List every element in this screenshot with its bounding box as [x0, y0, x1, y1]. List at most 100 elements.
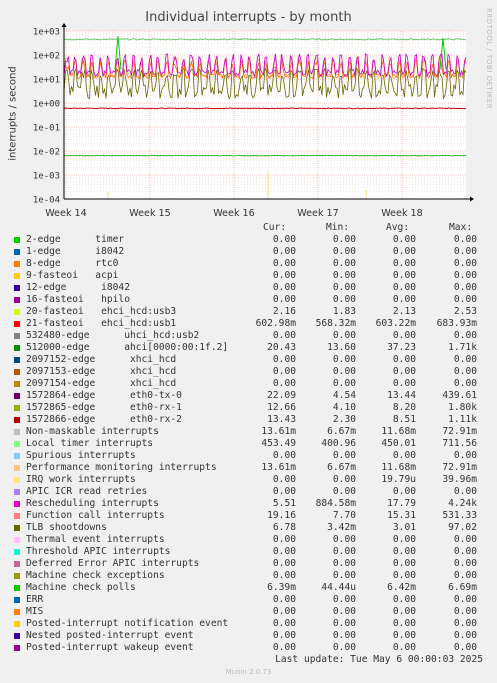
legend-row: Posted-interrupt notification event 0.00 0… — [0, 618, 497, 630]
legend-swatch — [14, 621, 20, 627]
legend-swatch — [14, 465, 20, 471]
legend-max: 1.71k — [448, 342, 477, 353]
legend-max: 1.11k — [448, 414, 477, 425]
legend-name: 1572866-edge eth0-rx-2 — [26, 414, 182, 425]
legend-max: 39.96m — [442, 474, 477, 485]
chart-area: Individual interrupts - by month RRDTOOL… — [0, 0, 497, 230]
legend-swatch — [14, 393, 20, 399]
legend-name: 2097152-edge xhci_hcd — [26, 354, 177, 365]
legend-max: 0.00 — [453, 558, 477, 569]
legend-row: 12-edge i8042 0.00 0.00 0.00 0.00 — [0, 282, 497, 294]
header-avg: Avg: — [386, 222, 410, 233]
legend-max: 531.33 — [442, 510, 477, 521]
legend-swatch — [14, 645, 20, 651]
legend-name: Machine check polls — [26, 582, 136, 593]
legend-swatch — [14, 513, 20, 519]
legend-row: Posted-interrupt wakeup event 0.00 0.00 0.0… — [0, 642, 497, 654]
legend-row: IRQ work interrupts 0.00 0.00 19.79u 39.96m — [0, 474, 497, 486]
series-line — [63, 154, 467, 157]
legend-swatch — [14, 429, 20, 435]
legend-max: 97.02 — [448, 522, 477, 533]
legend-swatch — [14, 537, 20, 543]
legend-row: Threshold APIC interrupts 0.00 0.00 0.00 0.0… — [0, 546, 497, 558]
legend-swatch — [14, 309, 20, 315]
legend-max: 0.00 — [453, 246, 477, 257]
legend-swatch — [14, 477, 20, 483]
legend-row: Performance monitoring interrupts 13.61m 6… — [0, 462, 497, 474]
legend-max: 0.00 — [453, 270, 477, 281]
legend-name: Deferred Error APIC interrupts — [26, 558, 200, 569]
legend-max: 0.00 — [453, 534, 477, 545]
y-tick-label: 1e-02 — [33, 148, 60, 158]
legend-name: Posted-interrupt wakeup event — [26, 642, 194, 653]
legend-max: 0.00 — [453, 486, 477, 497]
legend-max: 0.00 — [453, 606, 477, 617]
legend-name: 9-fasteoi acpi — [26, 270, 119, 281]
legend-name: 21-fasteoi ehci_hcd:usb1 — [26, 318, 177, 329]
legend-row: 20-fasteoi ehci_hcd:usb3 2.16 1.83 2.13 2.53 — [0, 306, 497, 318]
legend-name: 1572865-edge eth0-rx-1 — [26, 402, 182, 413]
legend-max: 2.53 — [453, 306, 477, 317]
legend-swatch — [14, 417, 20, 423]
legend-row: 1572865-edge eth0-rx-1 12.66 4.10 8.20 1.80k — [0, 402, 497, 414]
legend-max: 683.93m — [436, 318, 477, 329]
legend-row: Non-maskable interrupts 13.61m 6.67m 11.68m… — [0, 426, 497, 438]
legend-row: TLB shootdowns 6.78 3.42m 3.01 97.02 — [0, 522, 497, 534]
legend-max: 0.00 — [453, 258, 477, 269]
munin-version: Munin 2.0.73 — [225, 668, 272, 676]
legend-name: 512000-edge ahci[0000:00:1f.2] — [26, 342, 229, 353]
legend-name: MIS — [26, 606, 44, 617]
legend-name: 20-fasteoi ehci_hcd:usb3 — [26, 306, 177, 317]
legend-max: 6.69m — [448, 582, 477, 593]
legend-name: TLB shootdowns — [26, 522, 107, 533]
legend-row: Deferred Error APIC interrupts 0.00 0.00 0.… — [0, 558, 497, 570]
legend-max: 0.00 — [453, 546, 477, 557]
x-tick-label: Week 18 — [381, 208, 423, 219]
legend-name: Posted-interrupt notification event — [26, 618, 229, 629]
legend-swatch — [14, 237, 20, 243]
legend-name: 12-edge i8042 — [26, 282, 130, 293]
legend-swatch — [14, 561, 20, 567]
legend-max: 439.61 — [442, 390, 477, 401]
header-min: Min: — [326, 222, 350, 233]
legend-name: 1-edge i8042 — [26, 246, 125, 257]
legend-swatch — [14, 609, 20, 615]
legend-swatch — [14, 501, 20, 507]
legend-row: 1572864-edge eth0-tx-0 22.09 4.54 13.44 439.… — [0, 390, 497, 402]
y-tick-label: 1e-01 — [33, 124, 60, 134]
y-tick-label: 1e+03 — [33, 28, 60, 38]
legend-name: Function call interrupts — [26, 510, 165, 521]
legend-swatch — [14, 249, 20, 255]
legend-row: 1-edge i8042 0.00 0.00 0.00 0.00 — [0, 246, 497, 258]
legend-max: 72.91m — [442, 462, 477, 473]
legend-max: 0.00 — [453, 618, 477, 629]
legend-row: MIS 0.00 0.00 0.00 0.00 — [0, 606, 497, 618]
legend-max: 711.56 — [442, 438, 477, 449]
legend-swatch — [14, 489, 20, 495]
legend-name: 1572864-edge eth0-tx-0 — [26, 390, 182, 401]
legend-name: 2097154-edge xhci_hcd — [26, 378, 177, 389]
legend-row: Rescheduling interrupts 5.51 884.58m 17.79 4… — [0, 498, 497, 510]
legend-name: 2097153-edge xhci_hcd — [26, 366, 177, 377]
legend-name: IRQ work interrupts — [26, 474, 136, 485]
legend-swatch — [14, 441, 20, 447]
legend-swatch — [14, 261, 20, 267]
legend-row: 2097152-edge xhci_hcd 0.00 0.00 0.00 0.00 — [0, 354, 497, 366]
legend-max: 0.00 — [453, 594, 477, 605]
x-tick-label: Week 15 — [129, 208, 171, 219]
legend-swatch — [14, 405, 20, 411]
legend-row: 532480-edge uhci_hcd:usb2 0.00 0.00 0.00 0.0… — [0, 330, 497, 342]
legend-swatch — [14, 321, 20, 327]
legend-row: Nested posted-interrupt event 0.00 0.00 0.0… — [0, 630, 497, 642]
legend-name: Spurious interrupts — [26, 450, 136, 461]
legend-name: ERR — [26, 594, 44, 605]
legend-swatch — [14, 333, 20, 339]
legend-swatch — [14, 525, 20, 531]
legend-row: 21-fasteoi ehci_hcd:usb1 602.98m 568.32m 60… — [0, 318, 497, 330]
legend-row: 2-edge timer 0.00 0.00 0.00 0.00 — [0, 234, 497, 246]
legend-row: 2097153-edge xhci_hcd 0.00 0.00 0.00 0.00 — [0, 366, 497, 378]
legend-row: 1572866-edge eth0-rx-2 13.43 2.30 8.51 1.11k — [0, 414, 497, 426]
legend-row: Machine check exceptions 0.00 0.00 0.00 0.00 — [0, 570, 497, 582]
legend-max: 0.00 — [453, 294, 477, 305]
legend-swatch — [14, 597, 20, 603]
